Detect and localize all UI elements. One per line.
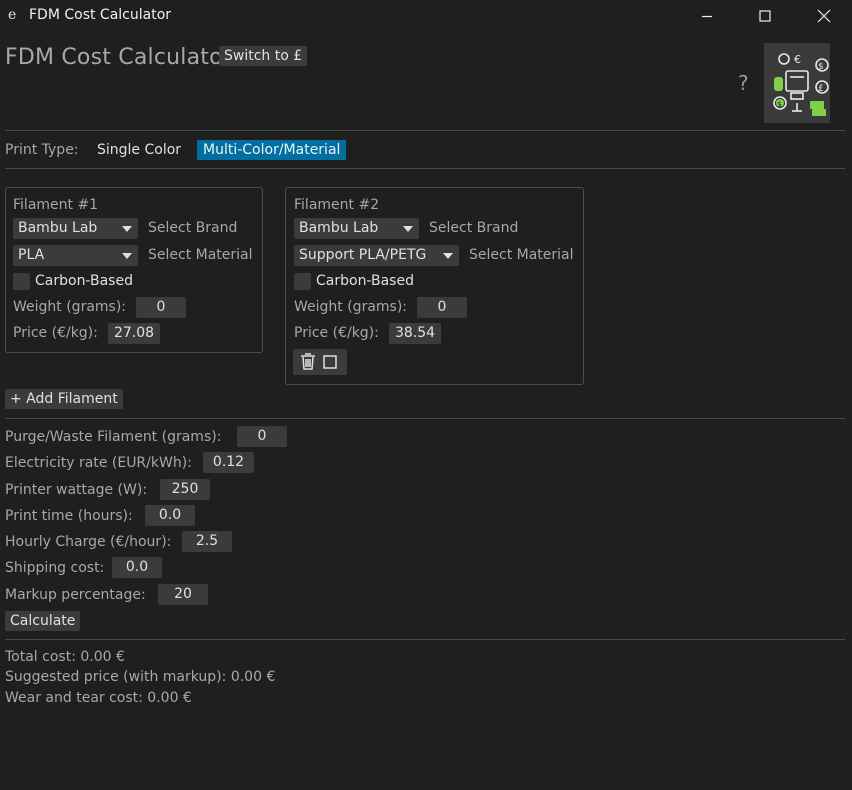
material-value: Support PLA/PETG	[299, 247, 427, 263]
weight-input[interactable]: 0	[417, 297, 467, 318]
total-cost-text: Total cost: 0.00 €	[5, 649, 125, 665]
wattage-input[interactable]: 250	[160, 479, 210, 500]
brand-value: Bambu Lab	[299, 220, 379, 236]
electricity-rate-label: Electricity rate (EUR/kWh):	[5, 455, 192, 471]
close-button[interactable]	[801, 0, 847, 32]
delete-filament-button[interactable]	[293, 349, 347, 375]
shipping-cost-label: Shipping cost:	[5, 560, 105, 576]
page-title: FDM Cost Calculator	[5, 45, 232, 70]
chevron-down-icon	[122, 253, 132, 259]
carbon-based-label: Carbon-Based	[316, 273, 414, 289]
print-time-input[interactable]: 0.0	[145, 505, 195, 526]
wear-and-tear-text: Wear and tear cost: 0.00 €	[5, 690, 192, 706]
svg-text:$: $	[818, 62, 824, 72]
print-type-single-color[interactable]: Single Color	[97, 142, 181, 158]
app-icon: e	[8, 7, 17, 23]
window-title: FDM Cost Calculator	[29, 7, 172, 23]
filament-title: Filament #1	[13, 197, 99, 213]
minimize-icon	[702, 15, 712, 18]
divider	[5, 168, 845, 169]
filament-title: Filament #2	[294, 197, 380, 213]
price-label: Price (€/kg):	[13, 325, 98, 341]
calculate-button[interactable]: Calculate	[5, 611, 81, 631]
filament-card-2: Filament #2 Bambu Lab Select Brand Suppo…	[285, 187, 584, 385]
print-time-label: Print time (hours):	[5, 508, 133, 524]
divider	[5, 639, 845, 640]
material-label: Select Material	[469, 247, 574, 263]
switch-currency-button[interactable]: Switch to £	[219, 46, 308, 66]
electricity-rate-input[interactable]: 0.12	[203, 452, 254, 473]
price-input[interactable]: 27.08	[108, 323, 160, 344]
maximize-icon	[759, 10, 771, 22]
maximize-button[interactable]	[742, 0, 788, 32]
chevron-down-icon	[443, 253, 453, 259]
weight-input[interactable]: 0	[136, 297, 186, 318]
help-button[interactable]: ?	[738, 71, 749, 95]
hourly-charge-input[interactable]: 2.5	[182, 531, 232, 552]
brand-value: Bambu Lab	[18, 220, 98, 236]
svg-text:€: €	[794, 53, 801, 66]
purge-label: Purge/Waste Filament (grams):	[5, 429, 222, 445]
price-input[interactable]: 38.54	[389, 323, 441, 344]
filament-card-1: Filament #1 Bambu Lab Select Brand PLA S…	[5, 187, 263, 353]
weight-label: Weight (grams):	[294, 299, 408, 315]
wattage-label: Printer wattage (W):	[5, 482, 148, 498]
carbon-based-label: Carbon-Based	[35, 273, 133, 289]
carbon-based-checkbox[interactable]	[294, 273, 311, 290]
price-label: Price (€/kg):	[294, 325, 379, 341]
divider	[5, 130, 845, 131]
carbon-based-checkbox[interactable]	[13, 273, 30, 290]
shipping-cost-input[interactable]: 0.0	[112, 557, 162, 578]
cost-calculator-logo: € $ £ $	[773, 53, 829, 116]
print-type-label: Print Type:	[5, 142, 79, 158]
purge-input[interactable]: 0	[237, 426, 287, 447]
material-select[interactable]: Support PLA/PETG	[294, 245, 459, 266]
title-bar: e FDM Cost Calculator	[0, 0, 852, 32]
material-label: Select Material	[148, 247, 253, 263]
svg-text:£: £	[818, 84, 824, 94]
close-icon	[817, 9, 831, 23]
minimize-button[interactable]	[684, 0, 730, 32]
add-filament-button[interactable]: + Add Filament	[5, 389, 123, 409]
chevron-down-icon	[403, 226, 413, 232]
brand-select[interactable]: Bambu Lab	[13, 218, 138, 239]
material-value: PLA	[18, 247, 45, 263]
logo: € $ £ $	[764, 43, 830, 123]
hourly-charge-label: Hourly Charge (€/hour):	[5, 534, 172, 550]
markup-input[interactable]: 20	[158, 584, 208, 605]
chevron-down-icon	[122, 226, 132, 232]
main-content: FDM Cost Calculator Switch to £ ? € $ £ …	[0, 33, 852, 790]
suggested-price-text: Suggested price (with markup): 0.00 €	[5, 669, 276, 685]
weight-label: Weight (grams):	[13, 299, 127, 315]
print-type-multi-color[interactable]: Multi-Color/Material	[197, 140, 347, 160]
brand-select[interactable]: Bambu Lab	[294, 218, 419, 239]
markup-label: Markup percentage:	[5, 587, 146, 603]
brand-label: Select Brand	[429, 220, 519, 236]
trash-icon	[301, 353, 337, 370]
divider	[5, 418, 845, 419]
brand-label: Select Brand	[148, 220, 238, 236]
svg-text:$: $	[777, 100, 782, 109]
material-select[interactable]: PLA	[13, 245, 138, 266]
